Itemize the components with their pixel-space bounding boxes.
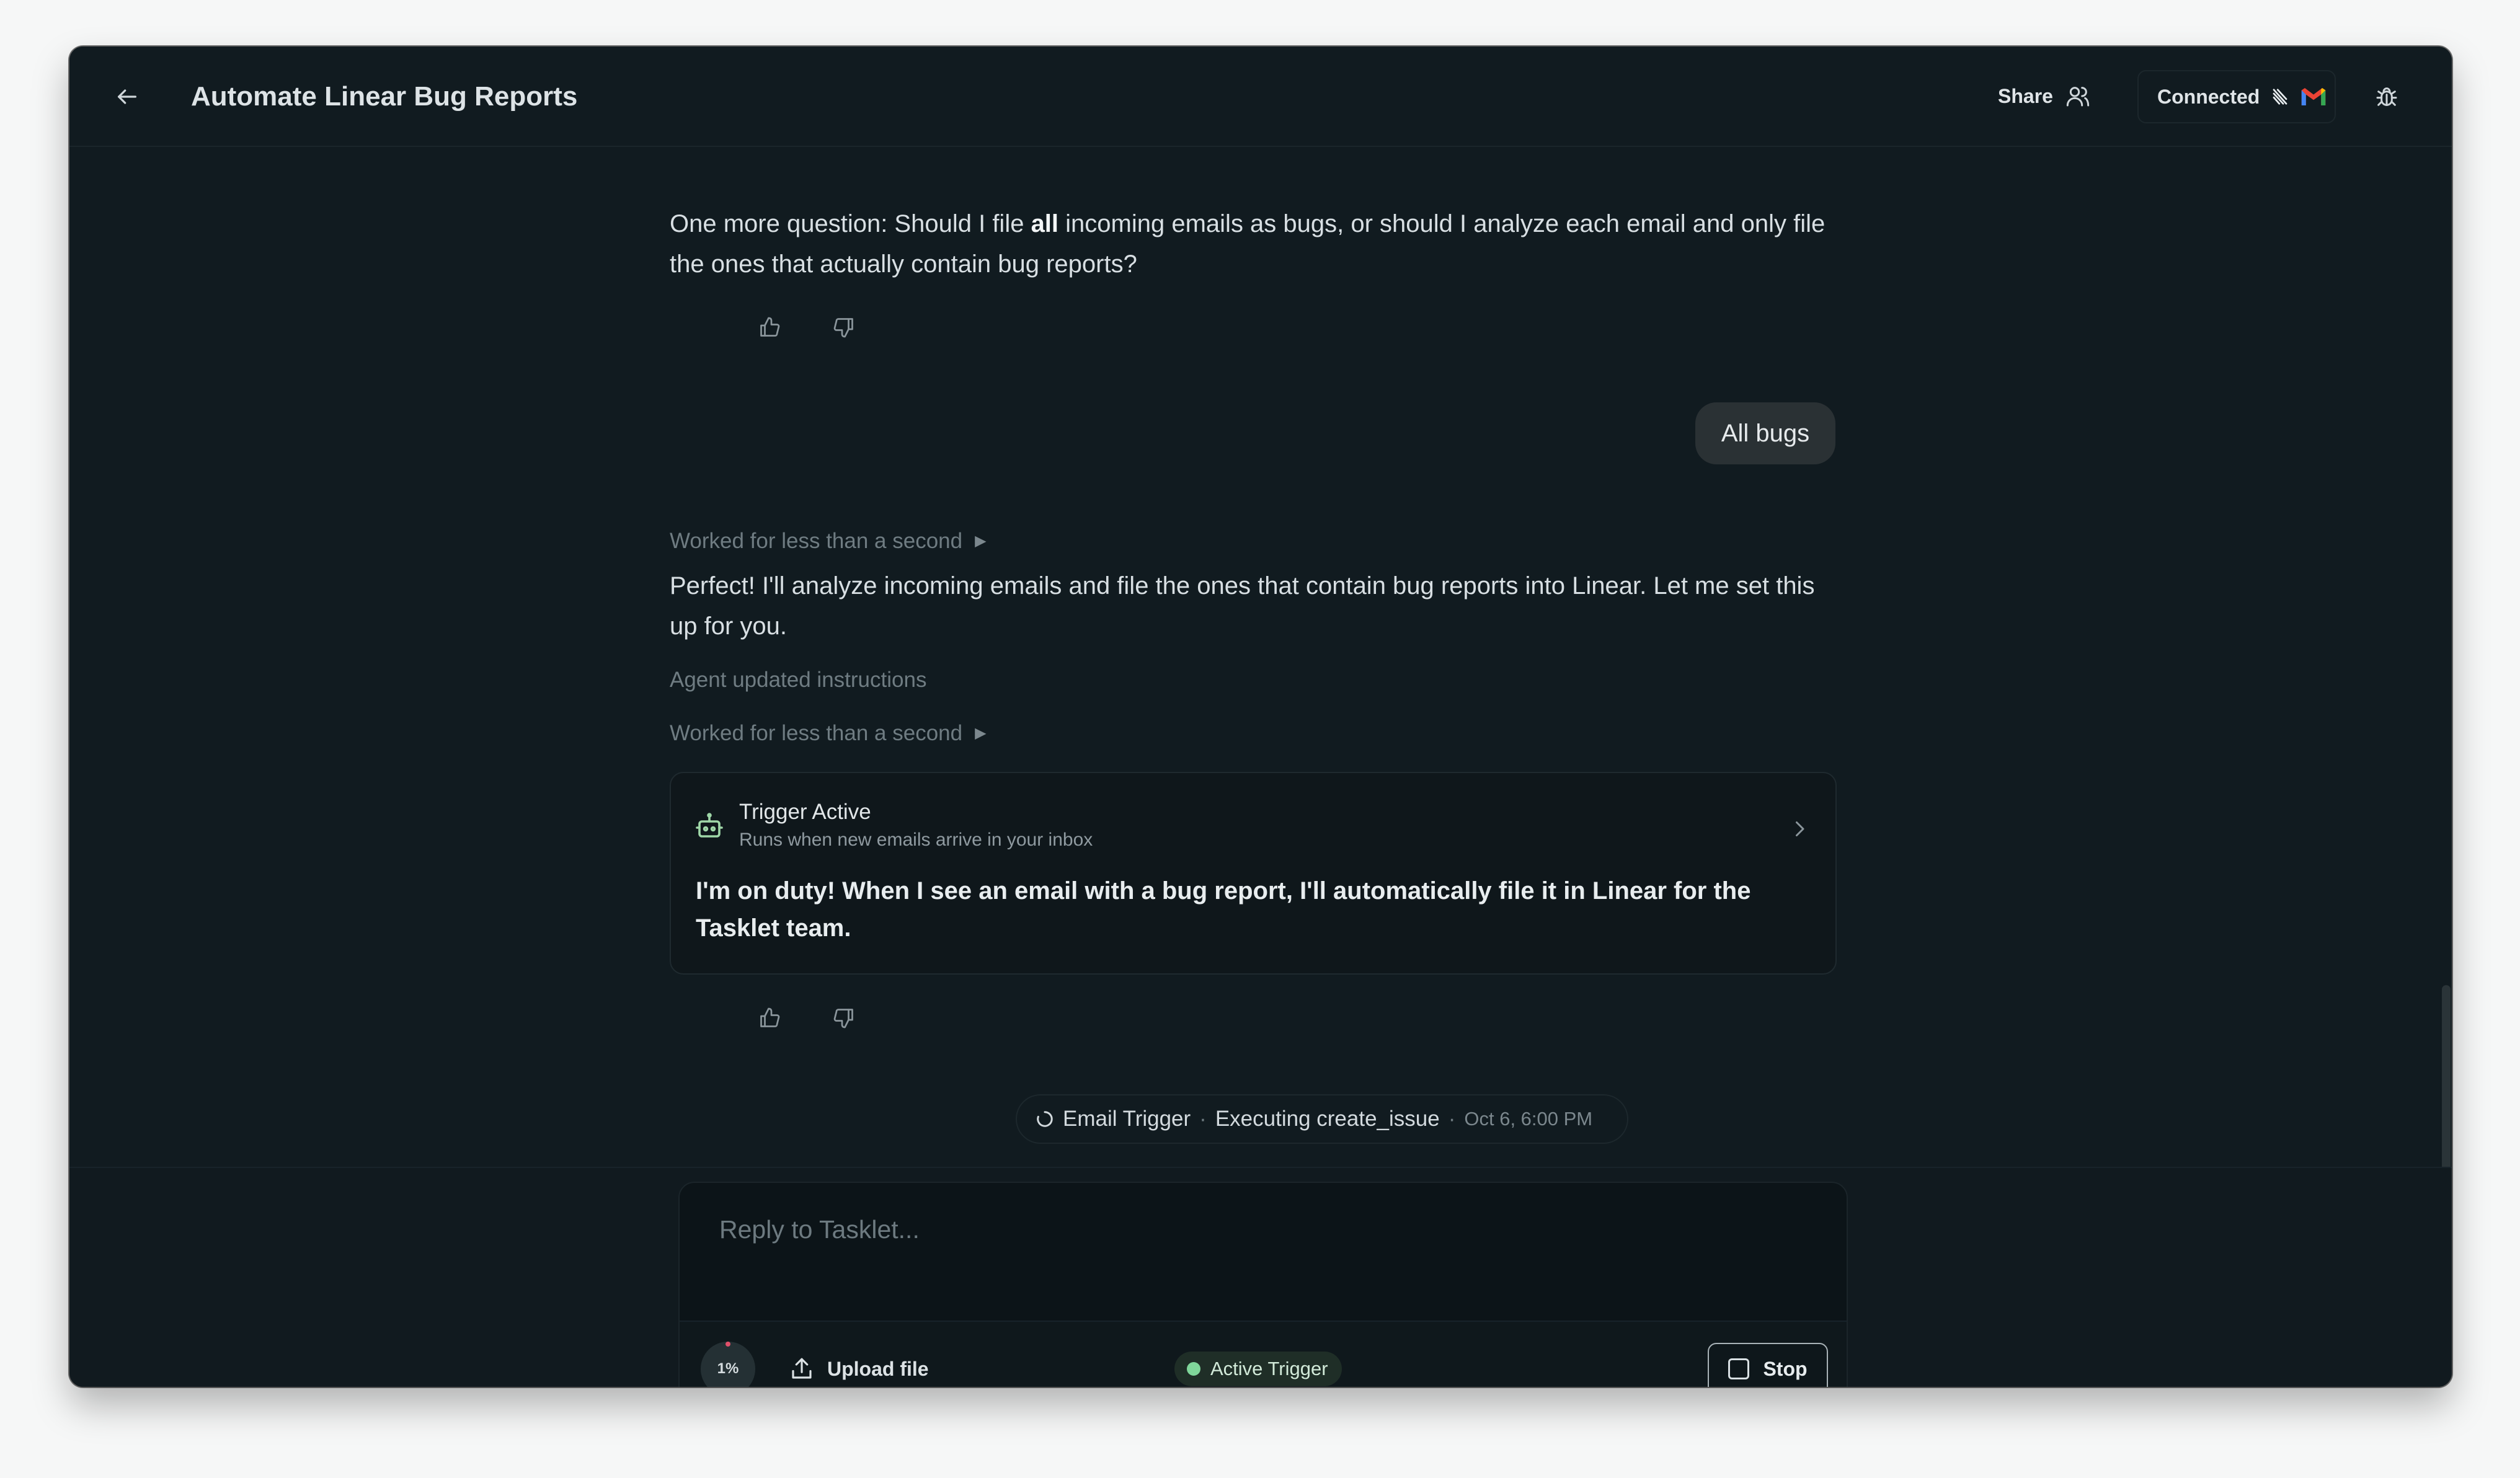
connected-button[interactable]: Connected (2137, 70, 2336, 123)
thumbs-down-button[interactable] (822, 306, 866, 349)
agent-updated-instructions: Agent updated instructions (670, 668, 927, 692)
upload-icon (792, 1358, 812, 1379)
linear-logo-icon (2273, 89, 2287, 105)
active-trigger-label: Active Trigger (1210, 1358, 1328, 1379)
thumbs-up-icon (760, 1007, 780, 1027)
question-text-start: One more question: Should I file (670, 210, 1031, 237)
worked-label-2: Worked for less than a second (670, 721, 963, 745)
stop-label: Stop (1763, 1357, 1808, 1380)
agent-reply-message: Perfect! I'll analyze incoming emails an… (670, 572, 1815, 640)
conversation-area: One more question: Should I file all inc… (69, 147, 2452, 1264)
thumbs-down-icon (833, 318, 853, 338)
status-trigger-name: Email Trigger (1063, 1107, 1191, 1131)
usage-percent: 1% (717, 1360, 739, 1377)
worked-toggle-1[interactable]: Worked for less than a second ▶ (670, 525, 987, 557)
execution-status-pill[interactable]: Email Trigger · Executing create_issue ·… (1016, 1094, 1628, 1144)
worked-label-1: Worked for less than a second (670, 529, 963, 553)
status-action: Executing create_issue (1215, 1107, 1440, 1131)
share-label: Share (1998, 84, 2053, 107)
app-window: Automate Linear Bug Reports Share Connec… (69, 46, 2452, 1387)
robot-icon (696, 813, 723, 838)
composer-box: 1% Upload file Active Trigger Stop (678, 1182, 1848, 1387)
share-button[interactable]: Share (1998, 74, 2090, 118)
stop-square-icon (1728, 1358, 1750, 1379)
header-bar: Automate Linear Bug Reports Share Connec… (69, 46, 2452, 147)
trigger-card-subtitle: Runs when new emails arrive in your inbo… (739, 830, 1093, 850)
arrow-left-icon (118, 89, 136, 104)
status-separator: · (1199, 1107, 1207, 1131)
usage-indicator-dot (725, 1342, 730, 1347)
active-status-dot (1187, 1362, 1200, 1376)
gmail-icon (2302, 88, 2326, 105)
upload-file-button[interactable]: Upload file (789, 1347, 929, 1387)
worked-toggle-2[interactable]: Worked for less than a second ▶ (670, 717, 987, 750)
report-bug-button[interactable] (2364, 74, 2410, 120)
users-icon (2066, 87, 2090, 107)
bug-icon (2376, 87, 2397, 106)
thumbs-down-icon (833, 1009, 853, 1029)
expand-triangle-icon: ▶ (975, 533, 987, 549)
connected-label: Connected (2157, 85, 2260, 108)
user-message-bubble: All bugs (1695, 402, 1835, 464)
thumbs-up-button[interactable] (748, 996, 791, 1040)
page-title: Automate Linear Bug Reports (191, 81, 578, 112)
status-timestamp: Oct 6, 6:00 PM (1464, 1108, 1593, 1130)
chevron-right-icon (1796, 821, 1804, 836)
spinner-icon (1037, 1111, 1053, 1127)
agent-question-message: One more question: Should I file all inc… (670, 204, 1848, 285)
thumbs-up-icon (760, 317, 780, 337)
thumbs-down-button[interactable] (822, 996, 866, 1040)
upload-file-label: Upload file (827, 1357, 929, 1380)
trigger-card-body: I'm on duty! When I see an email with a … (696, 877, 1751, 942)
question-text-bold: all (1031, 210, 1059, 237)
back-button[interactable] (107, 76, 148, 117)
trigger-card-title: Trigger Active (739, 800, 871, 824)
thumbs-up-button[interactable] (748, 306, 791, 349)
composer-area: 1% Upload file Active Trigger Stop (69, 1167, 2452, 1387)
expand-triangle-icon: ▶ (975, 725, 987, 741)
status-separator: · (1448, 1107, 1456, 1131)
usage-meter[interactable]: 1% (701, 1342, 755, 1387)
reply-input[interactable] (680, 1183, 1847, 1321)
active-trigger-badge[interactable]: Active Trigger (1174, 1352, 1342, 1386)
stop-button[interactable]: Stop (1708, 1343, 1828, 1387)
trigger-active-card[interactable]: Trigger Active Runs when new emails arri… (670, 772, 1837, 975)
composer-toolbar: 1% Upload file Active Trigger Stop (680, 1321, 1847, 1387)
